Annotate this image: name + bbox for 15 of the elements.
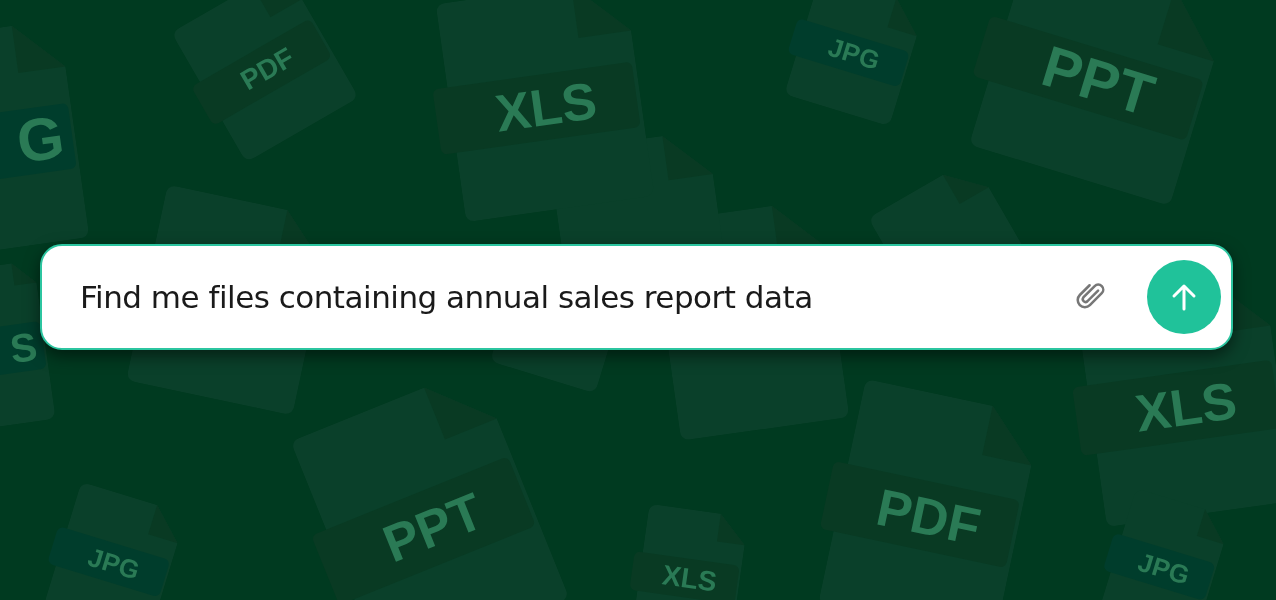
file-type-label: PPT <box>376 483 490 570</box>
file-type-label: S <box>7 325 40 369</box>
file-type-label: XLS <box>1132 374 1240 440</box>
file-type-label: JPG <box>1135 548 1193 589</box>
file-type-label: JPG <box>825 33 883 74</box>
file-type-label: PDF <box>872 480 985 553</box>
file-type-label: JPG <box>85 543 143 584</box>
prompt-input-field[interactable]: Find me files containing annual sales report data <box>80 272 1055 322</box>
file-type-label: PDF <box>236 42 299 95</box>
file-type-label: PPT <box>1035 36 1161 126</box>
arrow-up-icon <box>1171 283 1197 311</box>
prompt-bar[interactable]: Find me files containing annual sales report data <box>40 244 1233 350</box>
file-type-label: G <box>13 106 68 173</box>
file-type-label: XLS <box>660 561 719 597</box>
file-type-label: XLS <box>492 73 600 140</box>
